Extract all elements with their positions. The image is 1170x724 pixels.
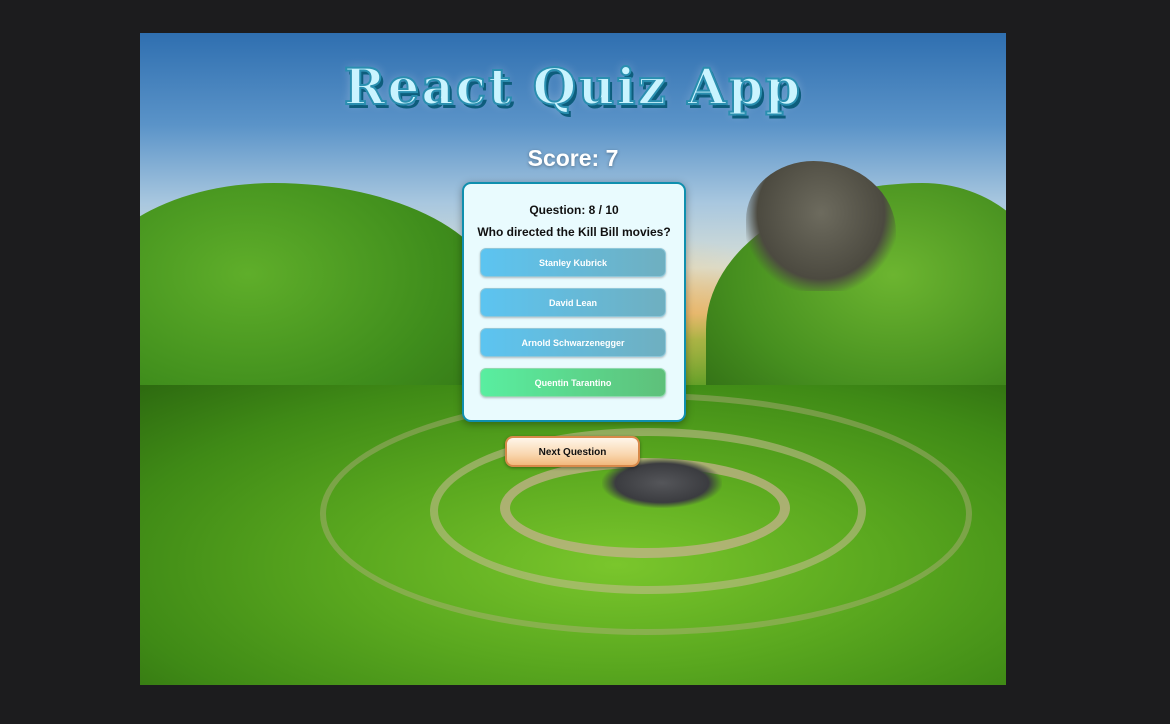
answer-button[interactable]: David Lean: [480, 288, 666, 317]
answer-button[interactable]: Arnold Schwarzenegger: [480, 328, 666, 357]
app-title: React Quiz App: [343, 56, 803, 117]
answer-button-correct[interactable]: Quentin Tarantino: [480, 368, 666, 397]
question-card: Question: 8 / 10 Who directed the Kill B…: [462, 182, 686, 422]
score-display: Score: 7: [527, 145, 619, 171]
next-question-button[interactable]: Next Question: [505, 436, 640, 467]
question-number: Question: 8 / 10: [529, 203, 619, 217]
answer-list: Stanley Kubrick David Lean Arnold Schwar…: [480, 248, 666, 408]
answer-button[interactable]: Stanley Kubrick: [480, 248, 666, 277]
question-text: Who directed the Kill Bill movies?: [477, 225, 671, 239]
quiz-app-background: React Quiz App Score: 7 Question: 8 / 10…: [140, 33, 1006, 685]
background-rock-cliff: [746, 161, 896, 291]
